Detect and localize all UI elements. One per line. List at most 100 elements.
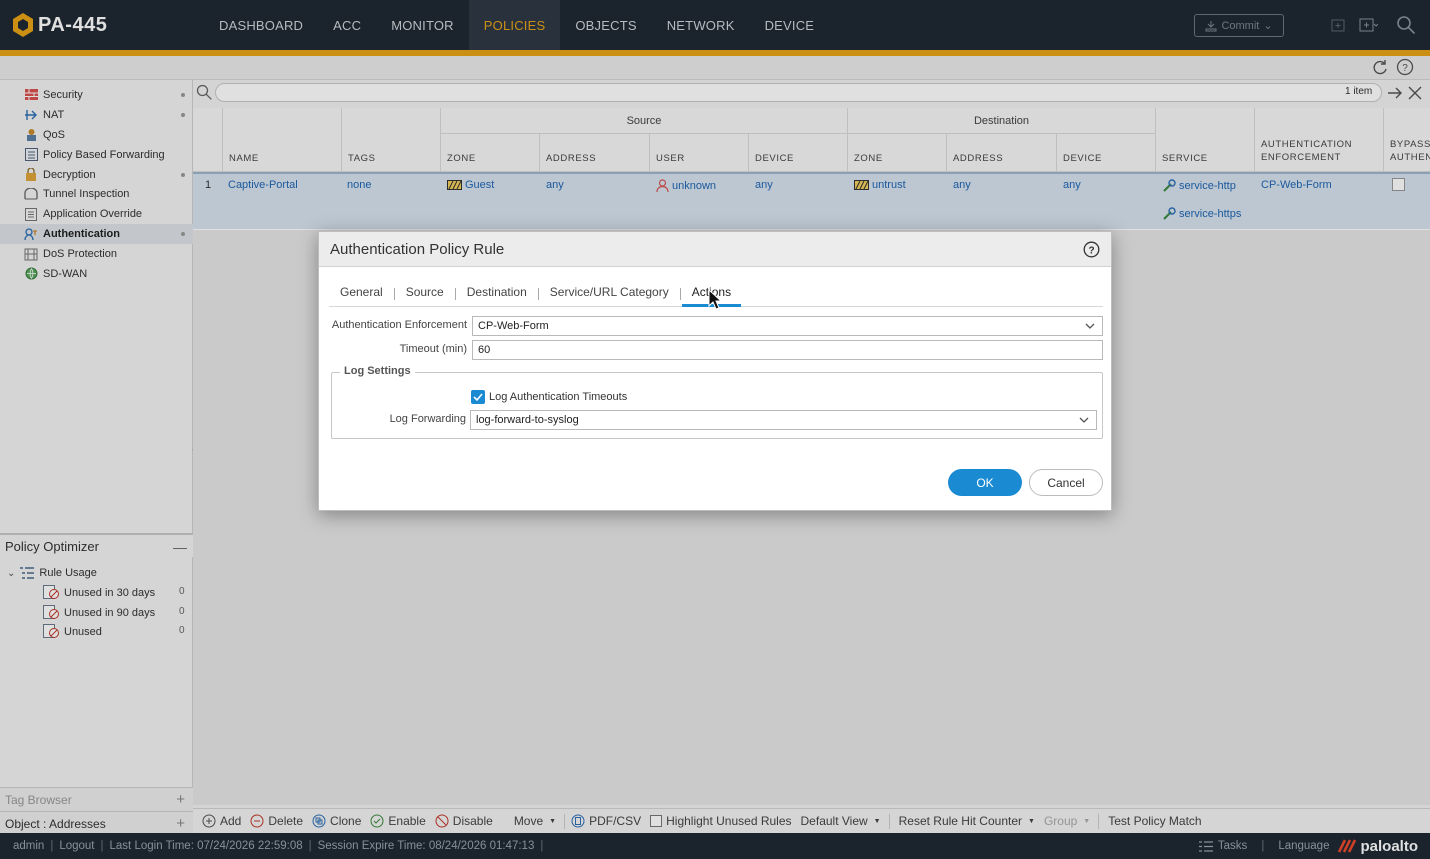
bypass-checkbox[interactable] xyxy=(1392,178,1405,191)
col-header-src-device[interactable]: DEVICE xyxy=(749,134,848,172)
security-rule-icon xyxy=(24,88,38,102)
log-auth-timeouts-checkbox[interactable] xyxy=(471,390,485,404)
unused-label: Unused xyxy=(64,625,102,638)
apply-filter-arrow-icon[interactable] xyxy=(1387,85,1403,101)
unused-30-days-item[interactable]: Unused in 30 days xyxy=(43,585,155,600)
rule-usage-node[interactable]: ⌄ Rule Usage xyxy=(7,566,97,580)
col-header-src-address[interactable]: ADDRESS xyxy=(540,134,650,172)
default-view-dropdown[interactable]: Default View ▼ xyxy=(801,814,881,828)
tag-browser-header[interactable]: Tag Browser + xyxy=(0,787,193,811)
commit-icon xyxy=(1205,20,1217,31)
col-header-service[interactable]: SERVICE xyxy=(1156,108,1255,172)
clone-icon xyxy=(312,814,326,828)
help-icon[interactable]: ? xyxy=(1083,241,1100,258)
sidebar-item-label: Decryption xyxy=(43,168,96,181)
status-dot xyxy=(181,232,185,237)
sidebar-item-application-override[interactable]: Application Override xyxy=(0,204,193,224)
separator: | xyxy=(100,840,104,852)
sidebar-item-qos[interactable]: QoS xyxy=(0,125,193,145)
policy-optimizer-header[interactable]: Policy Optimizer — xyxy=(0,533,193,557)
tab-source[interactable]: Source xyxy=(406,278,444,306)
log-forwarding-select[interactable]: log-forward-to-syslog xyxy=(470,410,1097,430)
expand-icon[interactable]: + xyxy=(176,791,185,808)
nav-dashboard[interactable]: DASHBOARD xyxy=(204,0,318,50)
clone-button[interactable]: Clone xyxy=(312,814,361,828)
nav-monitor[interactable]: MONITOR xyxy=(376,0,469,50)
chevron-down-icon: ⌄ xyxy=(1263,20,1273,32)
save-config-icon[interactable] xyxy=(1358,15,1378,35)
export-icon xyxy=(571,814,585,828)
delete-button[interactable]: Delete xyxy=(250,814,303,828)
unused-90-days-item[interactable]: Unused in 90 days xyxy=(43,605,155,620)
config-lock-icon[interactable] xyxy=(1328,15,1348,35)
nav-policies[interactable]: POLICIES xyxy=(468,0,561,50)
clear-filter-icon[interactable] xyxy=(1407,85,1423,101)
timeout-input[interactable]: 60 xyxy=(472,340,1103,360)
disable-button[interactable]: Disable xyxy=(435,814,493,828)
col-header-dst-address[interactable]: ADDRESS xyxy=(947,134,1057,172)
log-forwarding-label: Log Forwarding xyxy=(389,413,466,425)
reset-hit-counter-dropdown[interactable]: Reset Rule Hit Counter ▼ xyxy=(899,814,1035,828)
highlight-unused-toggle[interactable]: Highlight Unused Rules xyxy=(650,814,792,828)
sidebar-item-sd-wan[interactable]: SD-WAN xyxy=(0,264,193,284)
search-icon[interactable] xyxy=(1396,15,1416,35)
sidebar-item-authentication[interactable]: Authentication xyxy=(0,224,193,245)
enable-button[interactable]: Enable xyxy=(370,814,426,828)
chevron-down-icon[interactable]: ⌄ xyxy=(7,568,15,579)
object-addresses-header[interactable]: Object : Addresses + xyxy=(0,811,193,835)
col-header-auth-enforcement[interactable]: AUTHENTICATION ENFORCEMENT xyxy=(1255,108,1384,172)
language-button[interactable]: Language xyxy=(1278,840,1329,852)
tasks-icon xyxy=(1198,840,1213,852)
help-icon[interactable]: ? xyxy=(1396,58,1414,76)
zone-icon xyxy=(854,180,869,190)
cancel-button[interactable]: Cancel xyxy=(1029,469,1103,496)
sidebar-item-label: Authentication xyxy=(43,228,120,241)
chevron-down-icon xyxy=(1085,323,1095,329)
col-header-src-user[interactable]: USER xyxy=(650,134,749,172)
top-navigation-bar: PA-445 DASHBOARD ACC MONITOR POLICIES OB… xyxy=(0,0,1430,50)
sidebar-item-tunnel-inspection[interactable]: Tunnel Inspection xyxy=(0,184,193,204)
sidebar-item-dos-protection[interactable]: DoS Protection xyxy=(0,244,193,264)
col-header-dst-device[interactable]: DEVICE xyxy=(1057,134,1156,172)
disable-icon xyxy=(435,814,449,828)
commit-button[interactable]: Commit ⌄ xyxy=(1194,14,1284,37)
tab-general[interactable]: General xyxy=(340,278,383,306)
pdf-csv-button[interactable]: PDF/CSV xyxy=(571,814,641,828)
col-header-dst-zone[interactable]: ZONE xyxy=(848,134,947,172)
tab-destination[interactable]: Destination xyxy=(467,278,527,306)
col-header-tags[interactable]: TAGS xyxy=(342,108,441,172)
rule-name-link[interactable]: Captive-Portal xyxy=(228,179,298,191)
table-row[interactable]: 1 Captive-Portal none Guest any unknown … xyxy=(193,172,1430,229)
toolbar-separator xyxy=(1098,813,1100,829)
move-dropdown[interactable]: Move ▼ xyxy=(514,814,556,828)
nav-network[interactable]: NETWORK xyxy=(652,0,750,50)
col-header-bypass[interactable]: BYPASS AUTHEN xyxy=(1384,108,1430,172)
collapse-icon[interactable]: — xyxy=(173,539,187,555)
nav-objects[interactable]: OBJECTS xyxy=(560,0,651,50)
tasks-button[interactable]: Tasks xyxy=(1198,840,1247,853)
separator: | xyxy=(308,840,312,852)
nav-device[interactable]: DEVICE xyxy=(750,0,830,50)
logout-link[interactable]: Logout xyxy=(59,840,94,852)
unused-item[interactable]: Unused xyxy=(43,624,102,639)
highlight-unused-checkbox[interactable] xyxy=(650,815,663,827)
sidebar-item-nat[interactable]: NAT xyxy=(0,105,193,125)
refresh-icon[interactable] xyxy=(1371,58,1389,76)
filter-search-input[interactable] xyxy=(215,83,1382,102)
sidebar-item-decryption[interactable]: Decryption xyxy=(0,165,193,185)
sidebar-item-security[interactable]: Security xyxy=(0,85,193,105)
auth-enforcement-select[interactable]: CP-Web-Form xyxy=(472,316,1103,336)
group-dropdown[interactable]: Group ▼ xyxy=(1044,814,1090,828)
tab-service-url-category[interactable]: Service/URL Category xyxy=(550,278,669,306)
dst-device-cell: any xyxy=(1063,179,1081,191)
sidebar-item-pbf[interactable]: Policy Based Forwarding xyxy=(0,145,193,165)
test-policy-match-button[interactable]: Test Policy Match xyxy=(1108,814,1201,828)
policy-optimizer-title: Policy Optimizer xyxy=(5,538,99,554)
nav-acc[interactable]: ACC xyxy=(318,0,376,50)
col-header-name[interactable]: NAME xyxy=(223,108,342,172)
expand-icon[interactable]: + xyxy=(176,815,185,832)
status-dot xyxy=(181,112,185,117)
col-header-src-zone[interactable]: ZONE xyxy=(441,134,540,172)
ok-button[interactable]: OK xyxy=(948,469,1022,496)
add-button[interactable]: Add xyxy=(202,814,241,828)
